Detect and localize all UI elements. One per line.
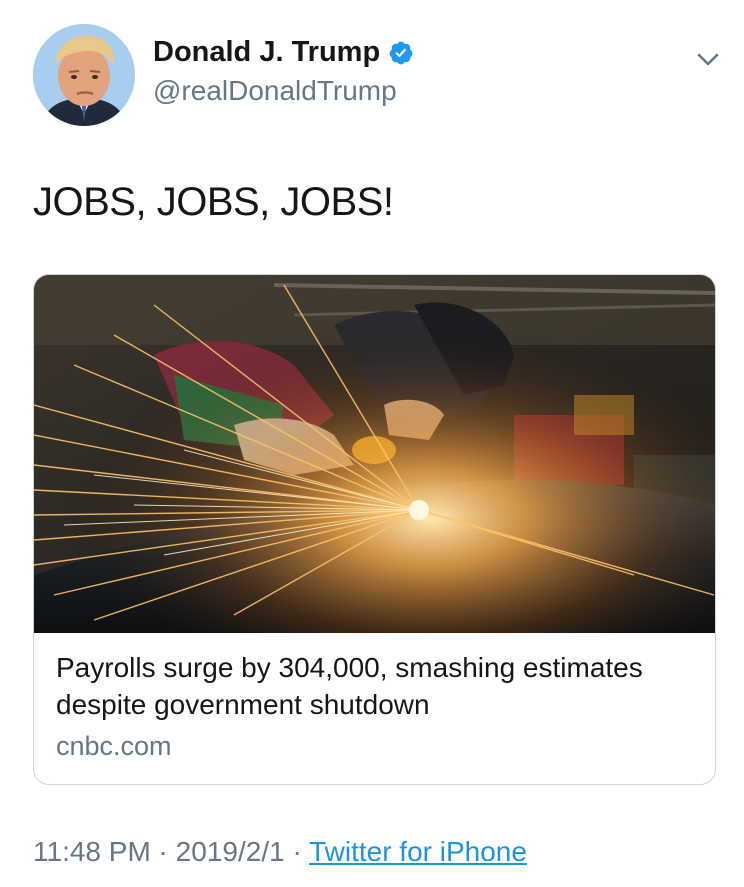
profile-photo xyxy=(33,24,135,126)
author-name[interactable]: Donald J. Trump xyxy=(153,36,380,69)
tweet-time[interactable]: 11:48 PM xyxy=(33,836,151,867)
author-handle[interactable]: @realDonaldTrump xyxy=(153,75,397,107)
tweet-text: JOBS, JOBS, JOBS! xyxy=(33,180,394,224)
link-card[interactable]: Payrolls surge by 304,000, smashing esti… xyxy=(33,274,716,785)
source-link[interactable]: Twitter for iPhone xyxy=(309,836,527,867)
tweet-meta: 11:48 PM · 2019/2/1 · Twitter for iPhone xyxy=(33,836,527,868)
card-domain: cnbc.com xyxy=(56,731,172,761)
tweet-date[interactable]: 2019/2/1 xyxy=(176,836,285,867)
author-name-row[interactable]: Donald J. Trump xyxy=(153,36,414,69)
card-image xyxy=(34,275,715,633)
chevron-down-icon[interactable] xyxy=(695,46,721,72)
meta-separator: · xyxy=(284,836,310,867)
meta-separator: · xyxy=(150,836,176,867)
verified-badge-icon xyxy=(389,41,413,64)
card-headline[interactable]: Payrolls surge by 304,000, smashing esti… xyxy=(56,649,696,723)
avatar[interactable] xyxy=(33,24,135,126)
